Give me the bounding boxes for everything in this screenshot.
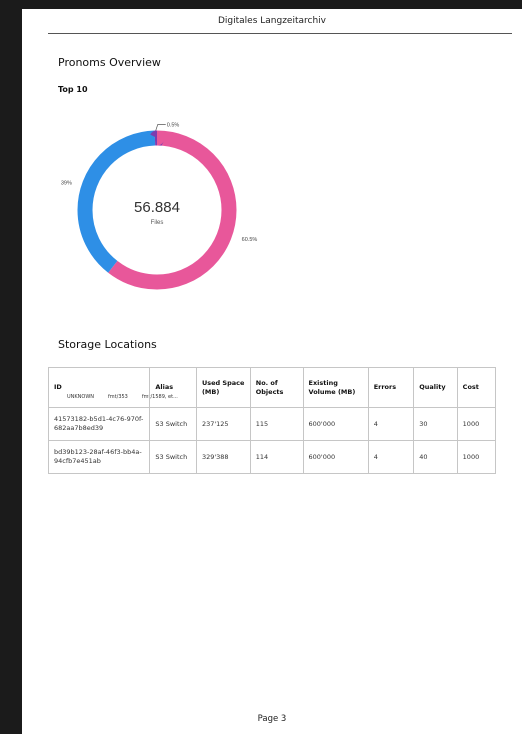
- storage-locations-table: ID Alias Used Space (MB) No. of Objects …: [47, 367, 497, 474]
- table-cell: 237'125: [195, 407, 251, 441]
- table-row: bd39b123-28af-46f3-bb4a-94cfb7e451ab S3 …: [47, 440, 497, 474]
- table-cell: 4: [367, 440, 415, 474]
- table-cell: 329'388: [195, 440, 251, 474]
- table-cell: 1000: [456, 407, 497, 441]
- page-number: Page 3: [257, 714, 287, 724]
- table-cell: 115: [249, 407, 304, 441]
- pronoms-subtitle: Top 10: [58, 85, 88, 94]
- center-value: 56.884: [134, 199, 180, 216]
- table-cell: S3 Switch: [149, 407, 197, 441]
- slice-label: 0.5%: [167, 123, 180, 129]
- table-cell: 30: [413, 407, 458, 441]
- table-header-row: ID Alias Used Space (MB) No. of Objects …: [47, 367, 497, 408]
- column-header: ID: [47, 367, 151, 408]
- column-header: No. of Objects: [249, 367, 304, 408]
- column-header: Existing Volume (MB): [302, 367, 369, 408]
- table-cell: 40: [413, 440, 458, 474]
- pronoms-section-title: Pronoms Overview: [58, 56, 161, 69]
- table-cell: 41573182-b5d1-4c76-970f-682aa7b8ed39: [47, 407, 151, 441]
- table-cell: 600'000: [302, 440, 369, 474]
- center-label: Files: [151, 220, 164, 226]
- table-cell: bd39b123-28af-46f3-bb4a-94cfb7e451ab: [47, 440, 151, 474]
- slice-label: 60.5%: [242, 237, 258, 243]
- document-header-title: Digitales Langzeitarchiv: [217, 16, 326, 26]
- column-header: Quality: [413, 367, 458, 408]
- table-cell: 114: [249, 440, 304, 474]
- table-cell: 1000: [456, 440, 497, 474]
- pronoms-donut-chart: 56.884 Files 60.5% 39% 0.5% UNKNOWN fmt/353 …: [50, 104, 280, 400]
- column-header: Cost: [456, 367, 497, 408]
- slice-leader-line: [155, 124, 166, 131]
- table-cell: 600'000: [302, 407, 369, 441]
- report-page: Digitales Langzeitarchiv Pronoms Overvie…: [22, 9, 522, 734]
- table-row: 41573182-b5d1-4c76-970f-682aa7b8ed39 S3 …: [47, 407, 497, 441]
- table-cell: 4: [367, 407, 415, 441]
- slice-label: 39%: [61, 180, 72, 186]
- header-divider: [48, 33, 512, 34]
- storage-section-title: Storage Locations: [58, 338, 157, 351]
- column-header: Alias: [149, 367, 197, 408]
- column-header: Errors: [367, 367, 415, 408]
- table-cell: S3 Switch: [149, 440, 197, 474]
- column-header: Used Space (MB): [195, 367, 251, 408]
- donut-chart-svg: 56.884 Files 60.5% 39% 0.5%: [61, 123, 258, 290]
